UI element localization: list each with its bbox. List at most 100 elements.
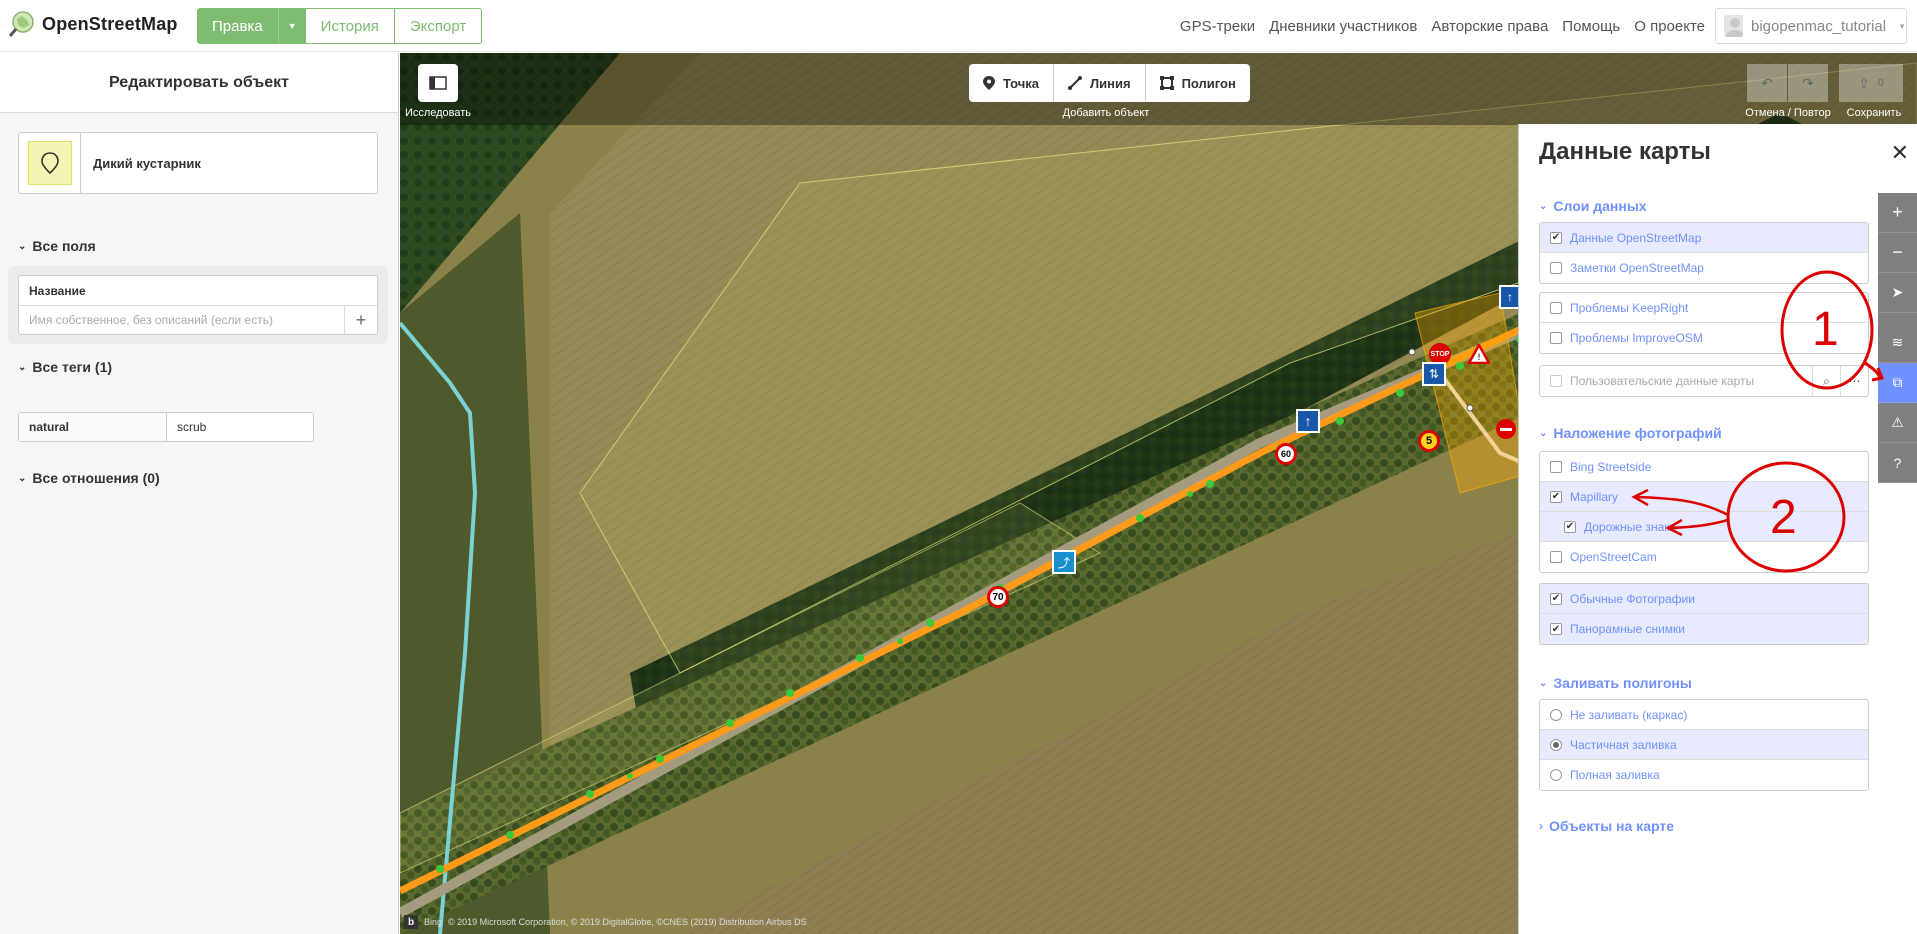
fill-area-toggle[interactable]: ⌄ Заливать полигоны <box>1539 675 1692 691</box>
checkbox-checked[interactable]: ✔ <box>1550 623 1562 635</box>
zoom-out-button[interactable]: − <box>1878 233 1917 273</box>
checkbox[interactable] <box>1550 262 1562 274</box>
no-entry-sign[interactable] <box>1496 419 1516 439</box>
zoom-in-button[interactable]: + <box>1878 193 1917 233</box>
layer-label: Проблемы ImproveOSM <box>1570 331 1703 345</box>
background-pane-button[interactable]: ≋ <box>1878 323 1917 363</box>
all-fields-toggle[interactable]: ⌄ Все поля <box>18 238 96 254</box>
redo-icon: ↷ <box>1802 74 1814 91</box>
overlay-openstreetcam[interactable]: OpenStreetCam <box>1540 542 1868 572</box>
overlay-label: Mapillary <box>1570 489 1619 504</box>
radio-selected[interactable] <box>1550 738 1562 751</box>
issues-pane-button[interactable]: ⚠ <box>1878 403 1917 443</box>
checkbox[interactable] <box>1550 551 1562 563</box>
checkbox[interactable] <box>1550 332 1562 344</box>
overlay-mapillary[interactable]: ✔ Mapillary <box>1540 482 1868 512</box>
map-data-pane-button[interactable]: ⧉ <box>1878 363 1917 403</box>
layer-label: Заметки OpenStreetMap <box>1570 261 1704 275</box>
speed-limit-sign[interactable]: 5 <box>1418 430 1440 452</box>
photo-overlays-list: Bing Streetside ✔ Mapillary ✔ Дорожные з… <box>1539 451 1869 573</box>
top-header: OpenStreetMap Правка ▼ История Экспорт G… <box>0 0 1917 52</box>
preset-name: Дикий кустарник <box>93 155 201 171</box>
export-button[interactable]: Экспорт <box>393 8 483 44</box>
name-field-container: Название Имя собственное, без описаний (… <box>8 266 388 344</box>
nav-copyright[interactable]: Авторские права <box>1431 18 1548 35</box>
tag-key-input[interactable]: natural <box>19 413 167 441</box>
help-pane-button[interactable]: ? <box>1878 443 1917 483</box>
all-tags-toggle[interactable]: ⌄ Все теги (1) <box>18 359 112 375</box>
name-input[interactable]: Имя собственное, без описаний (если есть… <box>19 306 345 334</box>
checkbox[interactable] <box>1550 375 1562 387</box>
chevron-right-icon: › <box>1539 819 1543 833</box>
fill-partial[interactable]: Частичная заливка <box>1540 730 1868 760</box>
fill-full[interactable]: Полная заливка <box>1540 760 1868 790</box>
stop-sign-label: STOP <box>1430 350 1450 358</box>
layer-label: Пользовательские данные карты <box>1570 374 1755 388</box>
overlay-bing-streetside[interactable]: Bing Streetside <box>1540 452 1868 482</box>
nav-user-diaries[interactable]: Дневники участников <box>1269 18 1417 35</box>
checkbox-checked[interactable]: ✔ <box>1564 520 1576 533</box>
caret-down-icon: ▼ <box>287 21 297 31</box>
fill-wireframe[interactable]: Не заливать (каркас) <box>1540 700 1868 730</box>
warning-sign[interactable]: ! <box>1466 342 1492 367</box>
toggle-sidebar-button[interactable] <box>418 64 458 102</box>
lane-merge-sign[interactable]: ⤴ <box>1052 550 1076 574</box>
fill-label: Частичная заливка <box>1570 737 1677 752</box>
radio[interactable] <box>1550 769 1562 781</box>
checkbox-checked[interactable]: ✔ <box>1550 592 1562 605</box>
all-tags-title: Все теги (1) <box>32 359 113 375</box>
edit-button[interactable]: Правка <box>197 8 278 44</box>
user-menu[interactable]: bigopenmac_tutorial ▼ <box>1715 8 1907 44</box>
add-point-button[interactable]: Точка <box>969 64 1055 102</box>
add-line-button[interactable]: Линия <box>1054 64 1146 102</box>
username: bigopenmac_tutorial <box>1750 17 1887 35</box>
name-field-label: Название <box>19 276 377 306</box>
geolocate-button[interactable]: ➤ <box>1878 273 1917 313</box>
photo-overlays-toggle[interactable]: ⌄ Наложение фотографий <box>1539 425 1722 441</box>
add-localized-name-button[interactable]: + <box>345 306 377 334</box>
checkbox-checked[interactable]: ✔ <box>1550 490 1562 503</box>
tag-value-input[interactable]: scrub <box>167 413 313 441</box>
data-layers-toggle[interactable]: ⌄ Слои данных <box>1539 198 1647 214</box>
checkbox[interactable] <box>1550 460 1562 473</box>
nav-about[interactable]: О проекте <box>1634 18 1705 35</box>
speed-limit-value: 5 <box>1425 435 1433 447</box>
help-icon: ? <box>1893 454 1902 471</box>
more-icon[interactable]: ⋯ <box>1840 366 1868 396</box>
warning-icon: ⚠ <box>1891 414 1904 430</box>
chevron-down-icon: ⌄ <box>1539 200 1548 212</box>
redo-button[interactable]: ↷ <box>1788 64 1828 102</box>
checkbox[interactable] <box>1550 301 1562 314</box>
add-area-button[interactable]: Полигон <box>1146 64 1250 102</box>
map-features-toggle[interactable]: › Объекты на карте <box>1539 818 1674 834</box>
speed-limit-sign[interactable]: 70 <box>987 586 1009 608</box>
layer-custom-data[interactable]: Пользовательские данные карты ⌕ ⋯ <box>1540 366 1868 396</box>
one-way-sign[interactable]: ↑ <box>1296 409 1320 433</box>
osm-logo[interactable]: OpenStreetMap <box>8 10 178 38</box>
layer-label: Данные OpenStreetMap <box>1570 230 1702 245</box>
photo-type-flat[interactable]: ✔ Обычные Фотографии <box>1540 584 1868 614</box>
history-button[interactable]: История <box>304 8 395 44</box>
direction-sign[interactable]: ⇅ <box>1422 362 1446 386</box>
preset-button[interactable]: Дикий кустарник <box>18 132 378 194</box>
nav-help[interactable]: Помощь <box>1562 18 1620 35</box>
radio[interactable] <box>1550 708 1562 721</box>
overlay-traffic-signs[interactable]: ✔ Дорожные знаки <box>1540 512 1868 542</box>
speed-limit-sign[interactable]: 60 <box>1275 443 1297 465</box>
nav-gps-traces[interactable]: GPS-треки <box>1180 18 1255 35</box>
save-button[interactable]: ⇪ 0 <box>1839 64 1903 102</box>
undo-button[interactable]: ↶ <box>1747 64 1787 102</box>
plus-icon: + <box>1892 202 1903 222</box>
photo-type-panoramic[interactable]: ✔ Панорамные снимки <box>1540 614 1868 644</box>
all-relations-toggle[interactable]: ⌄ Все отношения (0) <box>18 470 160 486</box>
checkbox-checked[interactable]: ✔ <box>1550 231 1562 244</box>
close-icon[interactable]: ✕ <box>1891 140 1909 166</box>
edit-dropdown-button[interactable]: ▼ <box>277 8 306 44</box>
layer-osm-data[interactable]: ✔ Данные OpenStreetMap <box>1540 223 1868 253</box>
layer-osm-notes[interactable]: Заметки OpenStreetMap <box>1540 253 1868 283</box>
area-icon <box>1159 76 1174 90</box>
search-icon[interactable]: ⌕ <box>1812 366 1840 396</box>
save-label: Сохранить <box>1846 107 1902 119</box>
photo-type-label: Обычные Фотографии <box>1570 591 1695 606</box>
svg-text:!: ! <box>1477 353 1481 363</box>
